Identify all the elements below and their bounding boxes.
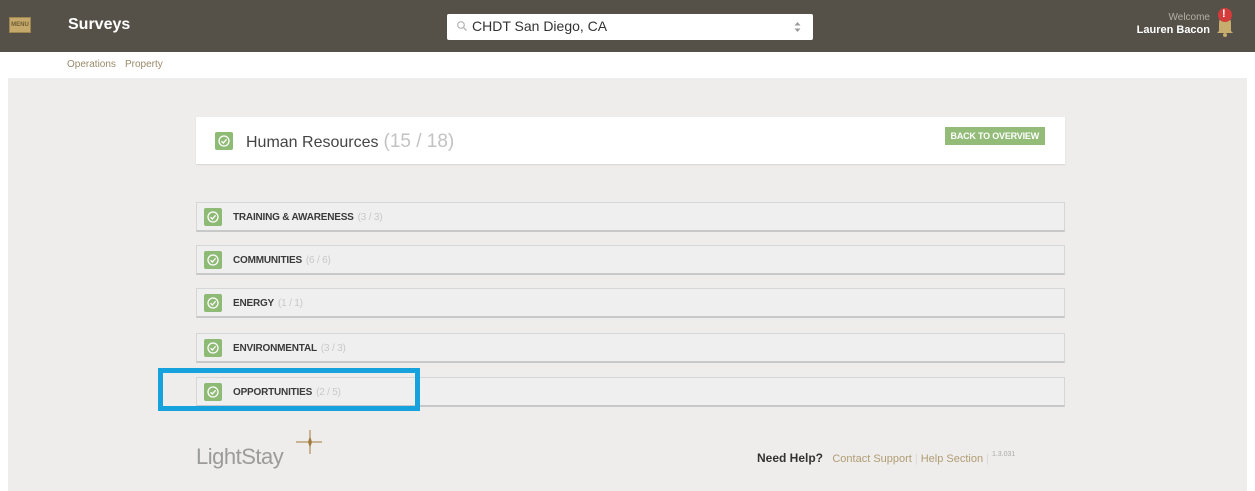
property-selector-value: CHDT San Diego, CA bbox=[472, 18, 608, 34]
main-content: Human Resources (15 / 18) BACK TO OVERVIE… bbox=[8, 78, 1247, 491]
check-circle-icon bbox=[204, 294, 222, 312]
footer-separator: | bbox=[914, 453, 918, 465]
welcome-label: Welcome bbox=[1168, 12, 1211, 23]
user-name[interactable]: Lauren Bacon bbox=[1137, 24, 1210, 36]
version-label: 1.3.031 bbox=[991, 451, 1016, 458]
section-label: ENERGY (1 / 1) bbox=[233, 298, 303, 309]
welcome-block: Welcome Lauren Bacon bbox=[1137, 12, 1210, 36]
top-bar: MENU Surveys CHDT San Diego, CA Welcome … bbox=[0, 0, 1255, 52]
category-title: Human Resources (15 / 18) bbox=[246, 131, 454, 153]
menu-icon-label: MENU bbox=[11, 22, 29, 28]
category-header: Human Resources (15 / 18) BACK TO OVERVIE… bbox=[196, 117, 1065, 164]
section-name: COMMUNITIES bbox=[233, 255, 302, 266]
app-title: Surveys bbox=[68, 16, 131, 33]
subnav-item-operations[interactable]: Operations bbox=[67, 59, 116, 70]
check-circle-icon bbox=[204, 208, 222, 226]
up-down-arrows-icon bbox=[794, 22, 801, 32]
category-title-text: Human Resources bbox=[246, 134, 379, 151]
lightstay-logo: LightStay bbox=[196, 444, 284, 469]
notifications-button[interactable]: ! bbox=[1213, 7, 1237, 37]
section-label: ENVIRONMENTAL (3 / 3) bbox=[233, 343, 346, 354]
footer-separator: | bbox=[986, 453, 989, 465]
alert-badge: ! bbox=[1222, 8, 1226, 20]
section-name: ENERGY bbox=[233, 298, 275, 309]
section-label: COMMUNITIES (6 / 6) bbox=[233, 255, 331, 266]
category-count: (15 / 18) bbox=[383, 131, 455, 152]
highlight-box bbox=[158, 368, 420, 411]
section-count: (3 / 3) bbox=[357, 212, 383, 223]
section-count: (1 / 1) bbox=[278, 298, 303, 309]
search-icon bbox=[457, 21, 467, 31]
section-count: (3 / 3) bbox=[320, 343, 346, 354]
section-row-communities[interactable]: COMMUNITIES (6 / 6) bbox=[196, 245, 1065, 275]
section-row-training-awareness[interactable]: TRAINING & AWARENESS (3 / 3) bbox=[196, 202, 1065, 232]
section-row-energy[interactable]: ENERGY (1 / 1) bbox=[196, 288, 1065, 318]
help-section-link[interactable]: Help Section bbox=[921, 453, 983, 465]
section-count: (6 / 6) bbox=[305, 255, 331, 266]
check-circle-icon bbox=[204, 339, 222, 357]
check-circle-icon bbox=[215, 132, 233, 150]
section-name: ENVIRONMENTAL bbox=[233, 343, 317, 354]
sub-nav: Operations Property bbox=[0, 52, 1255, 78]
subnav-item-property[interactable]: Property bbox=[125, 59, 163, 70]
section-name: TRAINING & AWARENESS bbox=[233, 212, 354, 223]
section-row-environmental[interactable]: ENVIRONMENTAL (3 / 3) bbox=[196, 333, 1065, 363]
section-label: TRAINING & AWARENESS (3 / 3) bbox=[233, 212, 383, 223]
need-help-label: Need Help? bbox=[757, 451, 824, 465]
property-selector[interactable]: CHDT San Diego, CA bbox=[447, 14, 813, 40]
check-circle-icon bbox=[204, 251, 222, 269]
back-to-overview-button[interactable]: BACK TO OVERVIEW bbox=[944, 127, 1045, 145]
lightstay-spark-icon bbox=[296, 430, 322, 454]
footer-help: Need Help? Contact Support | Help Section |… bbox=[757, 451, 1015, 465]
menu-icon[interactable]: MENU bbox=[9, 17, 31, 33]
contact-support-link[interactable]: Contact Support bbox=[832, 453, 912, 465]
